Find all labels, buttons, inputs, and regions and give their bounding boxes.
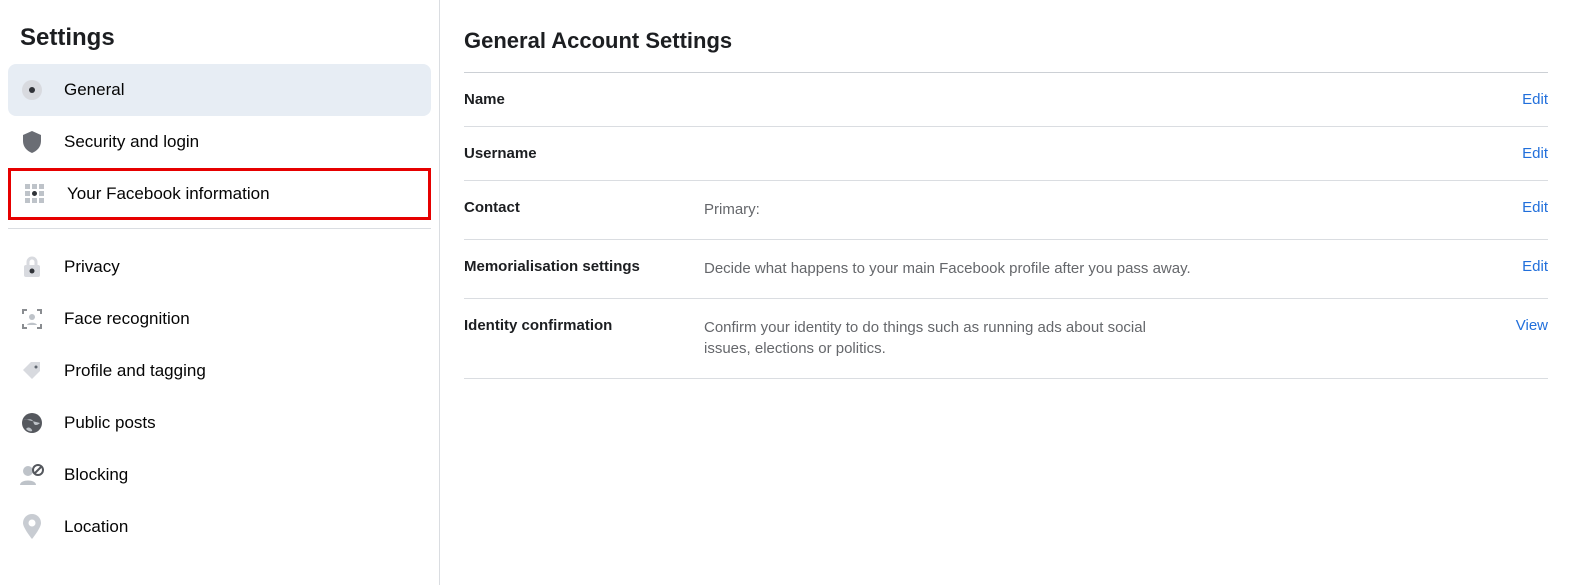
sidebar-item-label: Security and login — [64, 132, 199, 152]
row-memorialisation: Memorialisation settings Decide what hap… — [464, 240, 1548, 299]
page-title: General Account Settings — [464, 28, 1548, 54]
lock-icon — [18, 253, 46, 281]
face-icon — [18, 305, 46, 333]
tag-icon — [18, 357, 46, 385]
row-identity-confirmation: Identity confirmation Confirm your ident… — [464, 299, 1548, 380]
grid-icon — [21, 180, 49, 208]
settings-sidebar: Settings General Security and login — [0, 0, 440, 585]
row-name: Name Edit — [464, 73, 1548, 127]
shield-icon — [18, 128, 46, 156]
sidebar-item-face-recognition[interactable]: Face recognition — [8, 293, 431, 345]
edit-link[interactable]: Edit — [1522, 258, 1548, 275]
sidebar-item-label: Public posts — [64, 413, 156, 433]
sidebar-item-profile-tagging[interactable]: Profile and tagging — [8, 345, 431, 397]
view-link[interactable]: View — [1516, 317, 1548, 334]
sidebar-item-your-facebook-information[interactable]: Your Facebook information — [8, 168, 431, 220]
row-desc: Decide what happens to your main Faceboo… — [704, 258, 1522, 280]
sidebar-item-security[interactable]: Security and login — [8, 116, 431, 168]
settings-list: Name Edit Username Edit Contact Primary:… — [464, 72, 1548, 379]
edit-link[interactable]: Edit — [1522, 91, 1548, 108]
row-contact: Contact Primary: Edit — [464, 181, 1548, 240]
row-label: Username — [464, 145, 704, 162]
sidebar-item-label: Privacy — [64, 257, 120, 277]
main-panel: General Account Settings Name Edit Usern… — [440, 0, 1572, 585]
row-label: Identity confirmation — [464, 317, 704, 334]
sidebar-item-label: Your Facebook information — [67, 184, 270, 204]
row-desc: Confirm your identity to do things such … — [704, 317, 1204, 361]
row-label: Contact — [464, 199, 704, 216]
edit-link[interactable]: Edit — [1522, 199, 1548, 216]
row-desc: Primary: — [704, 199, 1522, 221]
sidebar-item-location[interactable]: Location — [8, 501, 431, 553]
row-label: Memorialisation settings — [464, 258, 704, 275]
sidebar-item-label: Face recognition — [64, 309, 190, 329]
sidebar-title: Settings — [20, 24, 423, 52]
gear-icon — [18, 76, 46, 104]
block-icon — [18, 461, 46, 489]
sidebar-item-label: Location — [64, 517, 128, 537]
sidebar-item-label: Blocking — [64, 465, 128, 485]
sidebar-item-general[interactable]: General — [8, 64, 431, 116]
row-username: Username Edit — [464, 127, 1548, 181]
row-label: Name — [464, 91, 704, 108]
globe-icon — [18, 409, 46, 437]
sidebar-item-public-posts[interactable]: Public posts — [8, 397, 431, 449]
edit-link[interactable]: Edit — [1522, 145, 1548, 162]
sidebar-divider — [8, 228, 431, 229]
pin-icon — [18, 513, 46, 541]
sidebar-item-label: General — [64, 80, 124, 100]
sidebar-item-privacy[interactable]: Privacy — [8, 241, 431, 293]
sidebar-item-blocking[interactable]: Blocking — [8, 449, 431, 501]
sidebar-item-label: Profile and tagging — [64, 361, 206, 381]
